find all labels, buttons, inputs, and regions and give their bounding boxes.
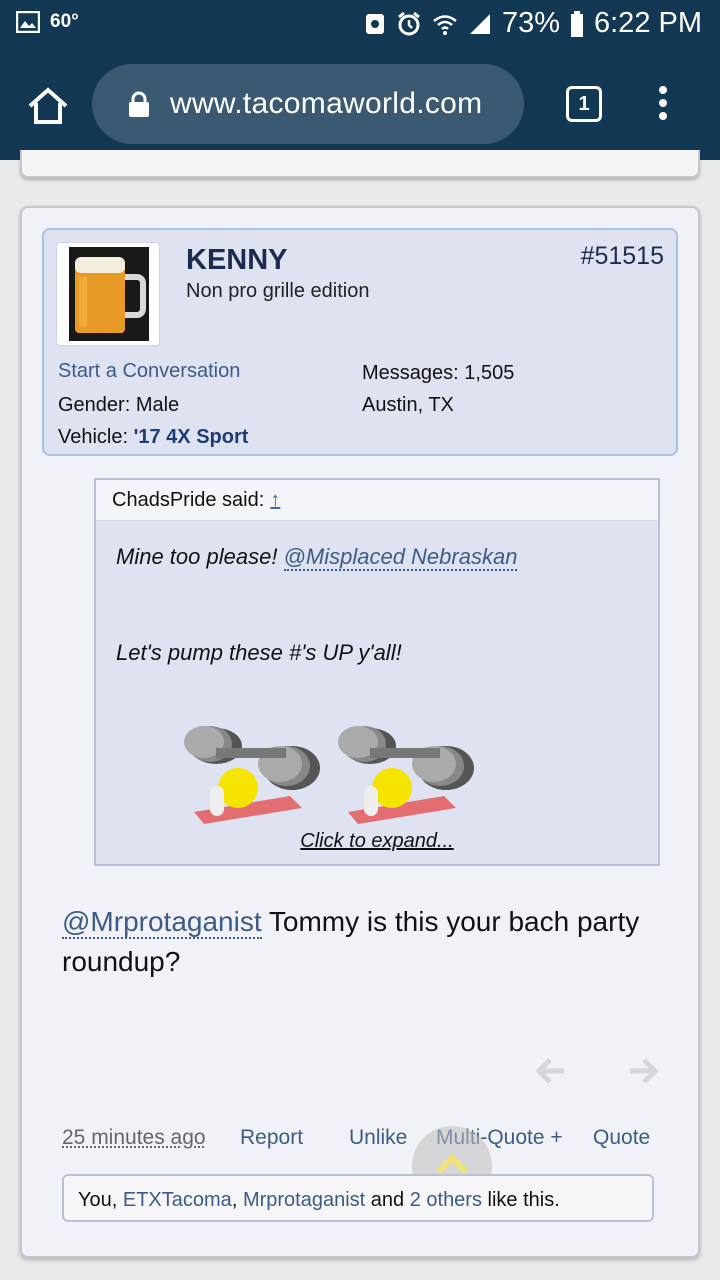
- likes-suffix: like this.: [481, 1189, 560, 1211]
- usb-icon: [365, 13, 384, 34]
- address-bar[interactable]: www.tacomaworld.com: [92, 64, 524, 144]
- click-to-expand-link[interactable]: Click to expand...: [96, 830, 658, 853]
- dot-icon: [659, 86, 667, 94]
- messages-value: 1,505: [464, 362, 515, 384]
- quote-header: ChadsPride said: ↑: [96, 480, 658, 521]
- beer-mug-image: [69, 247, 149, 341]
- post-actions: 25 minutes ago Report Unlike Multi-Quote…: [62, 1126, 662, 1156]
- browser-toolbar: www.tacomaworld.com 1: [0, 50, 720, 160]
- quote-link[interactable]: Quote: [593, 1126, 650, 1150]
- arrow-right-icon[interactable]: [626, 1054, 660, 1088]
- wifi-icon: [433, 14, 457, 35]
- gallery-icon: [16, 11, 40, 33]
- message-mention-link[interactable]: @Mrprotaganist: [62, 906, 262, 939]
- gender-field: Gender: Male: [58, 394, 179, 417]
- dot-icon: [659, 99, 667, 107]
- avatar[interactable]: [56, 242, 160, 346]
- username[interactable]: KENNY: [186, 244, 288, 277]
- url-text: www.tacomaworld.com: [170, 87, 483, 120]
- tab-switcher-button[interactable]: 1: [566, 86, 602, 122]
- post-card: KENNY Non pro grille edition #51515 Star…: [20, 206, 700, 1258]
- post-navigation: [534, 1054, 664, 1094]
- smiley-gif-image: [338, 726, 474, 824]
- vehicle-value[interactable]: '17 4X Sport: [134, 426, 249, 448]
- start-conversation-link[interactable]: Start a Conversation: [58, 360, 240, 383]
- quote-author: ChadsPride said:: [112, 489, 265, 511]
- page-content: KENNY Non pro grille edition #51515 Star…: [0, 150, 720, 1280]
- post-time-link[interactable]: 25 minutes ago: [62, 1126, 206, 1150]
- gender-value: Male: [135, 394, 180, 416]
- vehicle-field: Vehicle: '17 4X Sport: [58, 426, 248, 449]
- temperature: 60°: [50, 11, 79, 32]
- likes-and: and: [365, 1189, 410, 1211]
- gender-label: Gender:: [58, 394, 131, 416]
- quote-line-1: Mine too please! @Misplaced Nebraskan: [116, 544, 518, 571]
- message-body: @Mrprotaganist Tommy is this your bach p…: [62, 902, 652, 982]
- clock: 6:22 PM: [594, 7, 702, 39]
- dot-icon: [659, 112, 667, 120]
- status-bar: 60° 73% 6:22 PM: [0, 0, 720, 50]
- overflow-menu-button[interactable]: [656, 86, 670, 126]
- arrow-left-icon[interactable]: [534, 1054, 568, 1088]
- home-button[interactable]: [24, 82, 72, 130]
- alarm-icon: [398, 11, 420, 35]
- signal-icon: [469, 13, 490, 34]
- like-user-link[interactable]: Mrprotaganist: [243, 1189, 365, 1211]
- previous-post-card: [20, 150, 700, 178]
- home-icon: [28, 87, 68, 124]
- user-info-box: KENNY Non pro grille edition #51515 Star…: [42, 228, 678, 456]
- unlike-link[interactable]: Unlike: [349, 1126, 407, 1150]
- quote-block: ChadsPride said: ↑ Mine too please! @Misp…: [94, 478, 660, 866]
- likes-summary: You, ETXTacoma, Mrprotaganist and 2 othe…: [62, 1174, 654, 1222]
- likes-you: You,: [78, 1189, 123, 1211]
- likes-separator: ,: [231, 1189, 243, 1211]
- lock-icon: [128, 91, 150, 117]
- location: Austin, TX: [362, 394, 454, 416]
- quote-line-2: Let's pump these #'s UP y'all!: [116, 640, 402, 665]
- like-user-link[interactable]: ETXTacoma: [123, 1189, 232, 1211]
- quote-mention-link[interactable]: @Misplaced Nebraskan: [283, 544, 518, 571]
- likes-others-link[interactable]: 2 others: [410, 1189, 482, 1211]
- vehicle-label: Vehicle:: [58, 426, 129, 448]
- quote-text-1: Mine too please!: [116, 544, 284, 569]
- smiley-gif-image: [184, 726, 320, 824]
- report-link[interactable]: Report: [240, 1126, 303, 1150]
- battery-icon: [571, 10, 583, 37]
- messages-label: Messages:: [362, 362, 459, 384]
- user-title: Non pro grille edition: [186, 280, 370, 302]
- post-number-link[interactable]: #51515: [581, 242, 664, 271]
- quote-jump-link[interactable]: ↑: [270, 489, 280, 511]
- battery-percent: 73%: [501, 7, 560, 39]
- messages-field: Messages: 1,505: [362, 362, 514, 385]
